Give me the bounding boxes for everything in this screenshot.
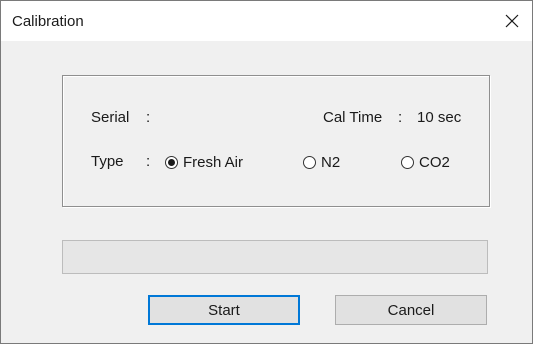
cal-time-colon: : [398, 109, 403, 126]
close-icon [505, 14, 519, 28]
cal-time-label: Cal Time [323, 109, 383, 126]
radio-co2-label: CO2 [419, 154, 450, 171]
cal-time-value: 10 sec [417, 109, 462, 126]
radio-checked-icon [165, 156, 178, 169]
calibration-progress-bar [62, 240, 488, 274]
radio-n2[interactable]: N2 [303, 154, 340, 171]
radio-co2[interactable]: CO2 [401, 154, 450, 171]
radio-n2-label: N2 [321, 154, 341, 171]
serial-colon: : [146, 109, 151, 126]
radio-fresh-air[interactable]: Fresh Air [165, 154, 243, 171]
radio-unchecked-icon [303, 156, 316, 169]
calibration-settings-group: Serial : Cal Time : 10 sec Type : Fresh … [62, 75, 490, 207]
calibration-dialog: Calibration Serial : Cal Time : 10 sec T… [0, 0, 533, 344]
close-button[interactable] [492, 1, 532, 41]
dialog-title: Calibration [12, 13, 84, 30]
title-bar: Calibration [1, 1, 532, 41]
type-label: Type [91, 153, 124, 170]
serial-label: Serial [91, 109, 130, 126]
type-colon: : [146, 153, 151, 170]
cancel-button[interactable]: Cancel [335, 295, 487, 325]
start-button[interactable]: Start [148, 295, 300, 325]
radio-fresh-air-label: Fresh Air [183, 154, 244, 171]
radio-unchecked-icon [401, 156, 414, 169]
